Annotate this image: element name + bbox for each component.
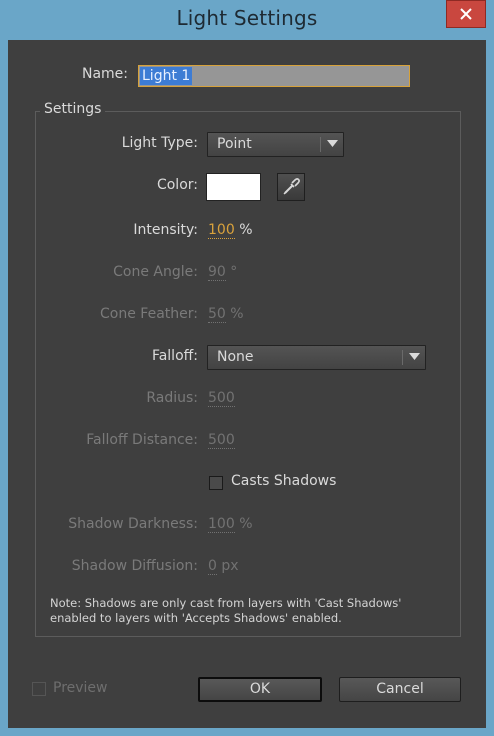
shadow-darkness-label: Shadow Darkness: <box>68 516 198 532</box>
close-button[interactable] <box>446 0 486 28</box>
falloff-distance-value: 500 <box>208 432 235 449</box>
color-label: Color: <box>156 177 198 193</box>
name-label: Name: <box>81 66 128 82</box>
preview-label: Preview <box>53 680 108 696</box>
intensity-label: Intensity: <box>133 222 198 238</box>
chevron-down-icon <box>327 140 338 147</box>
ok-button[interactable]: OK <box>198 677 322 702</box>
cone-angle-label: Cone Angle: <box>113 264 198 280</box>
cone-feather-label: Cone Feather: <box>100 306 198 322</box>
intensity-value[interactable]: 100 <box>208 222 235 239</box>
cone-angle-unit: ° <box>230 264 238 280</box>
light-type-dropdown[interactable]: Point <box>207 132 344 157</box>
shadow-diffusion-value: 0 <box>208 558 217 575</box>
casts-shadows-label[interactable]: Casts Shadows <box>231 473 336 489</box>
radius-value: 500 <box>208 390 235 407</box>
cone-feather-value: 50 <box>208 306 226 323</box>
cancel-button[interactable]: Cancel <box>339 677 461 702</box>
cone-angle-value: 90 <box>208 264 226 281</box>
cone-feather-field: 50 % <box>208 306 244 323</box>
falloff-label: Falloff: <box>151 348 198 364</box>
color-swatch[interactable] <box>206 173 261 201</box>
light-settings-dialog: Name: Light 1 Settings Light Type: Point… <box>8 40 486 728</box>
shadow-diffusion-unit: px <box>221 558 239 574</box>
radius-field: 500 <box>208 390 235 407</box>
intensity-unit: % <box>239 222 253 238</box>
falloff-value: None <box>217 349 254 365</box>
preview-checkbox <box>32 682 46 696</box>
name-input[interactable]: Light 1 <box>138 65 410 87</box>
settings-group-title: Settings <box>40 101 106 117</box>
falloff-distance-field: 500 <box>208 432 235 449</box>
light-type-value: Point <box>217 136 252 152</box>
shadow-darkness-value: 100 <box>208 516 235 533</box>
intensity-field[interactable]: 100 % <box>208 222 253 239</box>
cone-feather-unit: % <box>230 306 244 322</box>
light-type-label: Light Type: <box>121 135 198 151</box>
close-icon <box>460 8 472 20</box>
shadow-darkness-unit: % <box>239 516 253 532</box>
cone-angle-field: 90 ° <box>208 264 238 281</box>
title-bar: Light Settings <box>0 0 494 40</box>
shadows-note: Note: Shadows are only cast from layers … <box>50 596 402 625</box>
shadow-darkness-field: 100 % <box>208 516 253 533</box>
dropdown-separator <box>320 137 321 152</box>
shadow-diffusion-field: 0 px <box>208 558 239 575</box>
falloff-distance-label: Falloff Distance: <box>86 432 198 448</box>
casts-shadows-checkbox[interactable] <box>209 476 223 490</box>
eyedropper-button[interactable] <box>277 173 305 201</box>
dropdown-separator <box>402 350 403 365</box>
chevron-down-icon <box>409 353 420 360</box>
radius-label: Radius: <box>146 390 198 406</box>
eyedropper-icon <box>283 178 300 195</box>
window-title: Light Settings <box>176 6 318 30</box>
falloff-dropdown[interactable]: None <box>207 345 426 370</box>
shadow-diffusion-label: Shadow Diffusion: <box>71 558 198 574</box>
name-value: Light 1 <box>140 67 193 85</box>
